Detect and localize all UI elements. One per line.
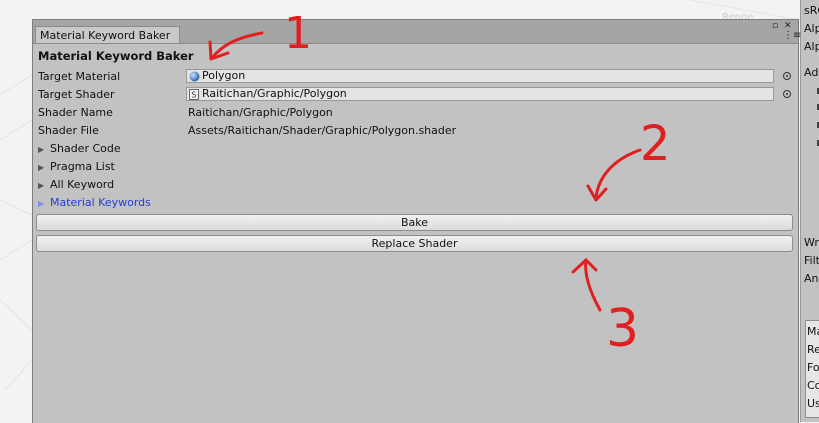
foldout-arrow-icon: ▶ — [38, 199, 45, 208]
foldout-arrow-icon: ▶ — [38, 163, 45, 172]
inspector-item: Wr — [804, 236, 819, 249]
window-tab[interactable]: Material Keyword Baker — [35, 26, 180, 43]
inspector-list-item[interactable]: Us — [807, 397, 819, 410]
foldout-material-keywords[interactable]: ▶ Material Keywords — [38, 196, 151, 209]
shader-file-label: Shader File — [38, 124, 99, 137]
inspector-item: sRG — [804, 4, 819, 17]
shader-name-value: Raitichan/Graphic/Polygon — [188, 106, 333, 119]
foldout-label: Shader Code — [50, 142, 121, 155]
inspector-item: Adv — [804, 66, 819, 79]
shader-file-value: Assets/Raitichan/Shader/Graphic/Polygon.… — [188, 124, 457, 137]
target-material-value: Polygon — [202, 69, 246, 82]
inspector-list-item[interactable]: Ma — [807, 325, 819, 338]
target-shader-value: Raitichan/Graphic/Polygon — [202, 87, 347, 100]
target-shader-label: Target Shader — [38, 88, 115, 101]
window-heading: Material Keyword Baker — [38, 49, 194, 63]
shader-name-label: Shader Name — [38, 106, 113, 119]
maximize-icon[interactable]: ▫ — [772, 21, 778, 31]
foldout-all-keyword[interactable]: ▶ All Keyword — [38, 178, 114, 191]
object-picker-icon[interactable] — [783, 72, 791, 80]
foldout-label: All Keyword — [50, 178, 115, 191]
inspector-list-item[interactable]: Re — [807, 343, 819, 356]
foldout-pragma-list[interactable]: ▶ Pragma List — [38, 160, 115, 173]
inspector-item: Alp — [804, 22, 819, 35]
material-sphere-icon — [189, 71, 200, 85]
foldout-shader-code[interactable]: ▶ Shader Code — [38, 142, 121, 155]
object-picker-icon[interactable] — [783, 90, 791, 98]
window-menu-icon[interactable]: ⋮≡ — [783, 31, 801, 41]
inspector-list-item[interactable]: Fo — [807, 361, 819, 374]
target-shader-field[interactable]: S Raitichan/Graphic/Polygon — [186, 87, 774, 101]
inspector-item: Filt — [804, 254, 819, 267]
inspector-list-item[interactable]: Co — [807, 379, 819, 392]
shader-file-icon: S — [189, 89, 199, 103]
svg-text:S: S — [191, 91, 196, 100]
target-material-label: Target Material — [38, 70, 121, 83]
foldout-arrow-icon: ▶ — [38, 181, 45, 190]
bake-button[interactable]: Bake — [36, 214, 793, 231]
inspector-item: Alp — [804, 40, 819, 53]
foldout-arrow-icon: ▶ — [38, 145, 45, 154]
replace-shader-button[interactable]: Replace Shader — [36, 235, 793, 252]
inspector-panel: sRG Alp Alp Adv Wr Filt Ani Ma Re Fo Co … — [800, 0, 819, 422]
foldout-label: Pragma List — [50, 160, 115, 173]
window-titlebar[interactable]: Material Keyword Baker ▫ ✕ ⋮≡ — [33, 20, 801, 44]
material-keyword-baker-window: Material Keyword Baker ▫ ✕ ⋮≡ Material K… — [32, 19, 801, 423]
target-material-field[interactable]: Polygon — [186, 69, 774, 83]
foldout-label: Material Keywords — [50, 196, 151, 209]
inspector-item: Ani — [804, 272, 819, 285]
